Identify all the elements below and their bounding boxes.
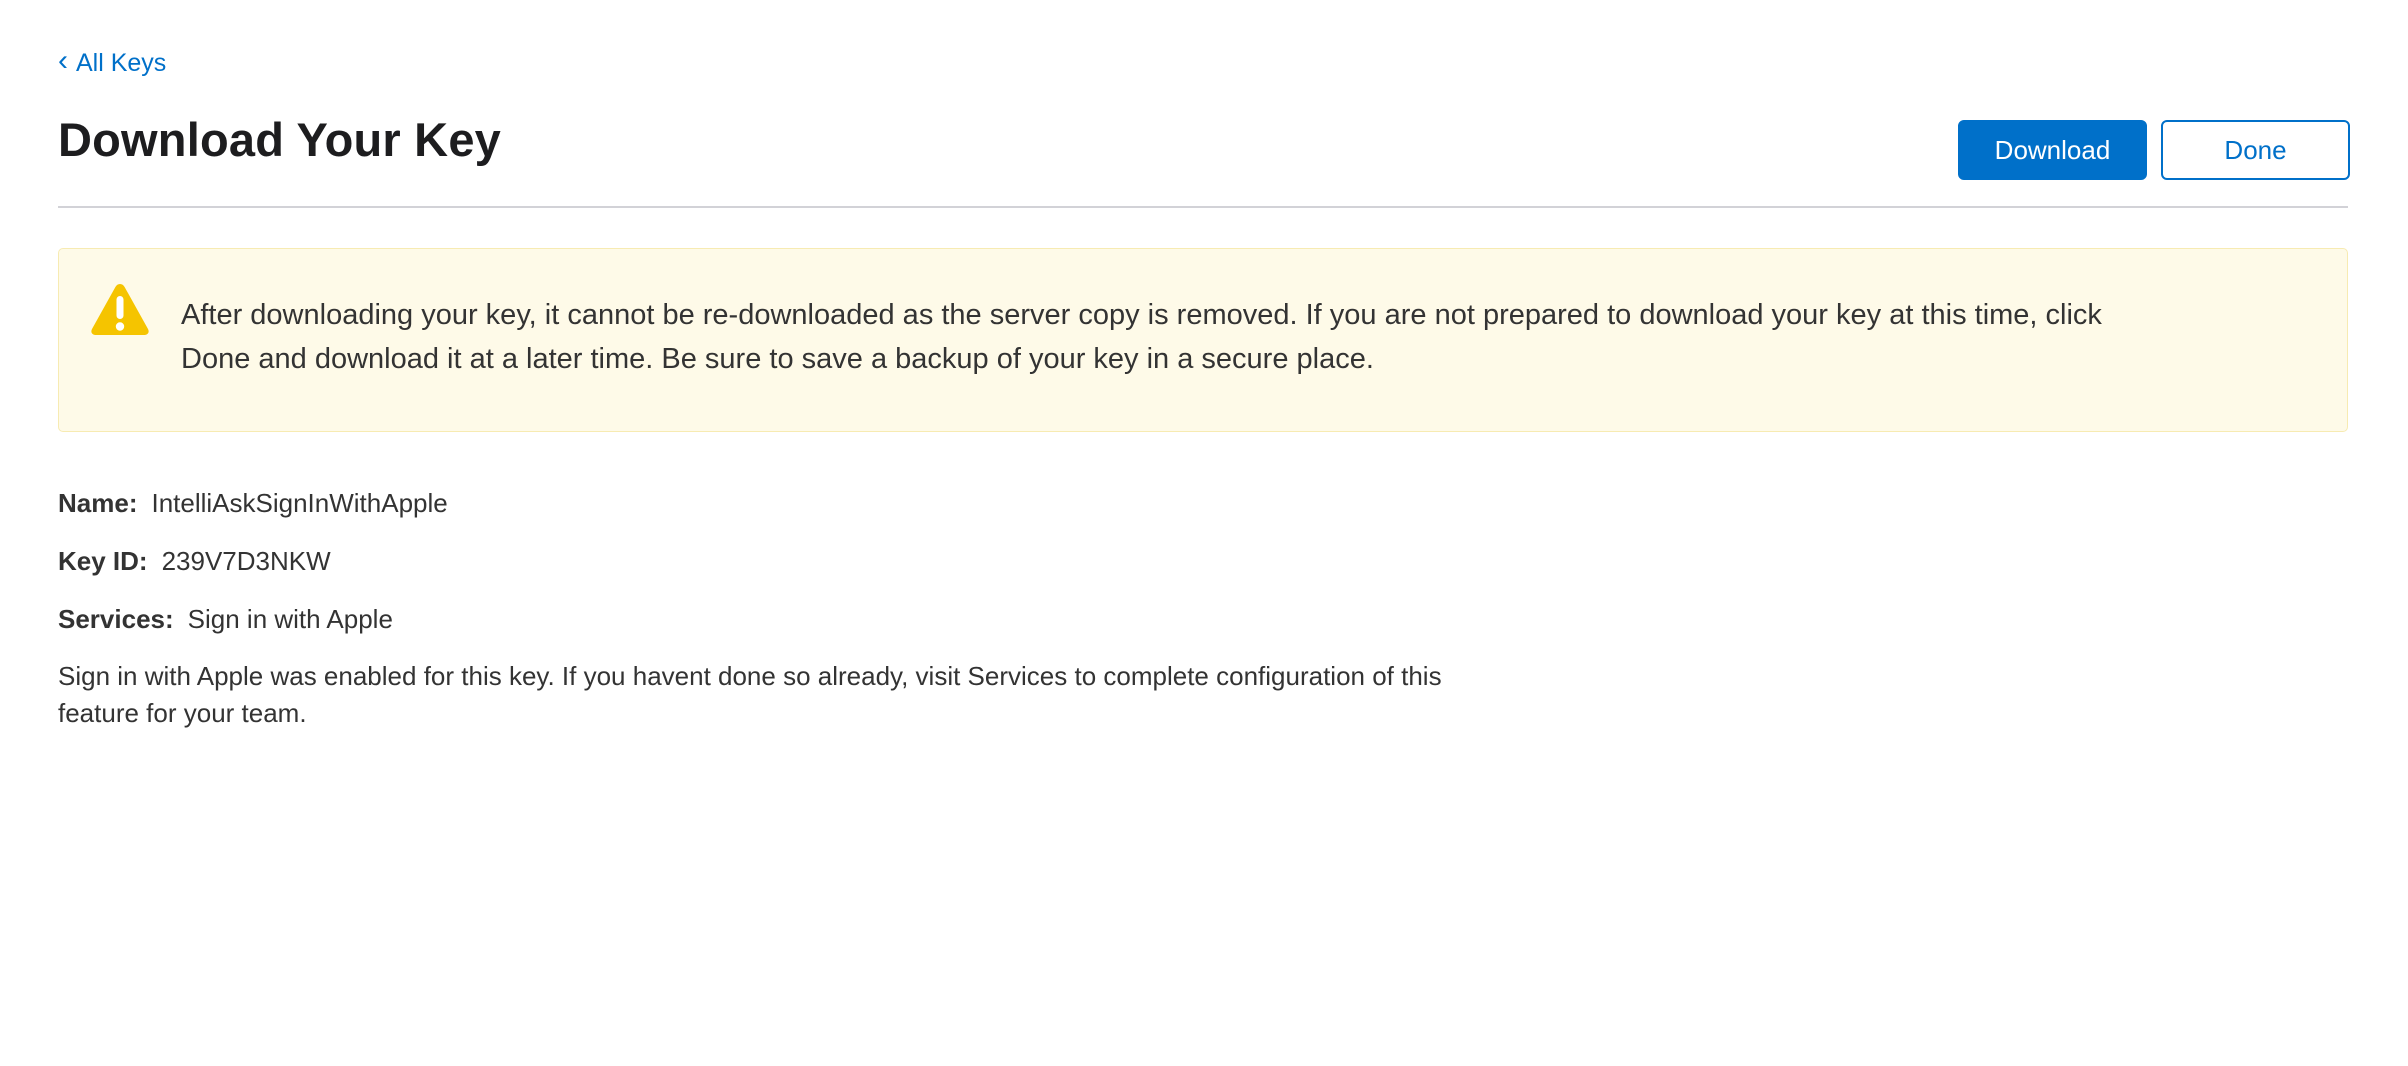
done-button[interactable]: Done: [2161, 120, 2350, 180]
back-link-label: All Keys: [76, 48, 167, 77]
key-name-row: Name: IntelliAskSignInWithApple: [58, 488, 448, 519]
key-id-row: Key ID: 239V7D3NKW: [58, 546, 331, 577]
services-info-text: Sign in with Apple was enabled for this …: [58, 661, 1442, 728]
warning-message: After downloading your key, it cannot be…: [181, 299, 2102, 375]
services-value: Sign in with Apple: [187, 604, 393, 634]
key-id-value: 239V7D3NKW: [161, 546, 331, 576]
key-name-label: Name:: [58, 488, 138, 518]
page-title: Download Your Key: [58, 113, 501, 166]
download-button[interactable]: Download: [1958, 120, 2147, 180]
services-row: Services: Sign in with Apple: [58, 604, 393, 635]
services-label: Services:: [58, 604, 174, 634]
back-to-all-keys-link[interactable]: ‹ All Keys: [58, 44, 167, 78]
chevron-left-icon: ‹: [58, 44, 68, 77]
warning-triangle-icon: [91, 284, 149, 335]
key-name-value: IntelliAskSignInWithApple: [151, 488, 448, 518]
warning-banner: After downloading your key, it cannot be…: [58, 248, 2348, 432]
key-id-label: Key ID:: [58, 546, 148, 576]
header-divider: [58, 206, 2348, 208]
